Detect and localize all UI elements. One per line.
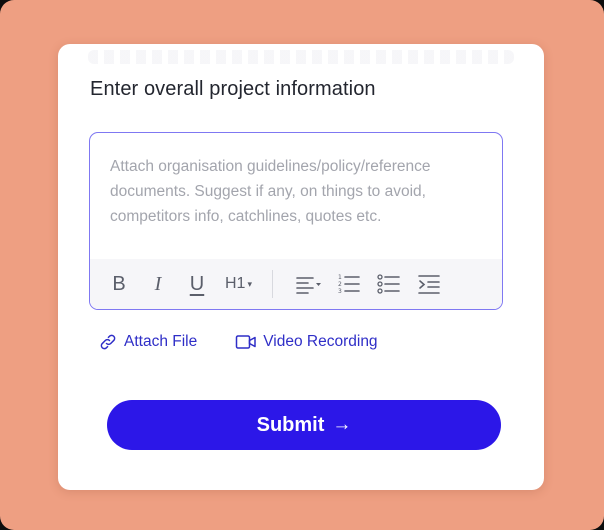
align-left-dropdown-icon[interactable] xyxy=(295,269,323,299)
card-header-decoration xyxy=(88,50,514,64)
video-camera-icon xyxy=(235,335,256,349)
editor-toolbar: B I U H1 ▾ 1 2 3 xyxy=(90,259,502,309)
bold-button[interactable]: B xyxy=(108,269,130,299)
italic-button[interactable]: I xyxy=(147,269,169,299)
svg-text:2: 2 xyxy=(338,281,342,288)
indent-icon[interactable] xyxy=(415,269,443,299)
heading-label: H1 xyxy=(225,275,246,292)
page-background: Enter overall project information Attach… xyxy=(0,0,604,530)
bulleted-list-icon[interactable] xyxy=(375,269,403,299)
editor-placeholder[interactable]: Attach organisation guidelines/policy/re… xyxy=(110,154,490,229)
underline-button[interactable]: U xyxy=(186,269,208,299)
chevron-down-icon: ▾ xyxy=(247,278,252,289)
attach-file-label: Attach File xyxy=(124,333,198,350)
submit-button[interactable]: Submit → xyxy=(107,400,501,450)
form-title: Enter overall project information xyxy=(90,78,376,100)
video-recording-link[interactable]: Video Recording xyxy=(235,333,378,351)
attach-file-link[interactable]: Attach File xyxy=(98,332,197,352)
rich-text-editor[interactable]: Attach organisation guidelines/policy/re… xyxy=(89,132,503,310)
arrow-right-icon: → xyxy=(332,414,352,435)
paperclip-icon xyxy=(100,334,116,350)
submit-label: Submit xyxy=(256,413,325,436)
svg-text:3: 3 xyxy=(338,288,342,295)
attachment-links: Attach File Video Recording xyxy=(98,332,378,352)
project-info-card: Enter overall project information Attach… xyxy=(58,44,544,490)
video-recording-label: Video Recording xyxy=(263,333,378,350)
heading-dropdown[interactable]: H1 ▾ xyxy=(225,269,252,299)
numbered-list-icon[interactable]: 1 2 3 xyxy=(335,269,363,299)
toolbar-divider xyxy=(271,270,273,298)
svg-text:1: 1 xyxy=(338,274,342,281)
